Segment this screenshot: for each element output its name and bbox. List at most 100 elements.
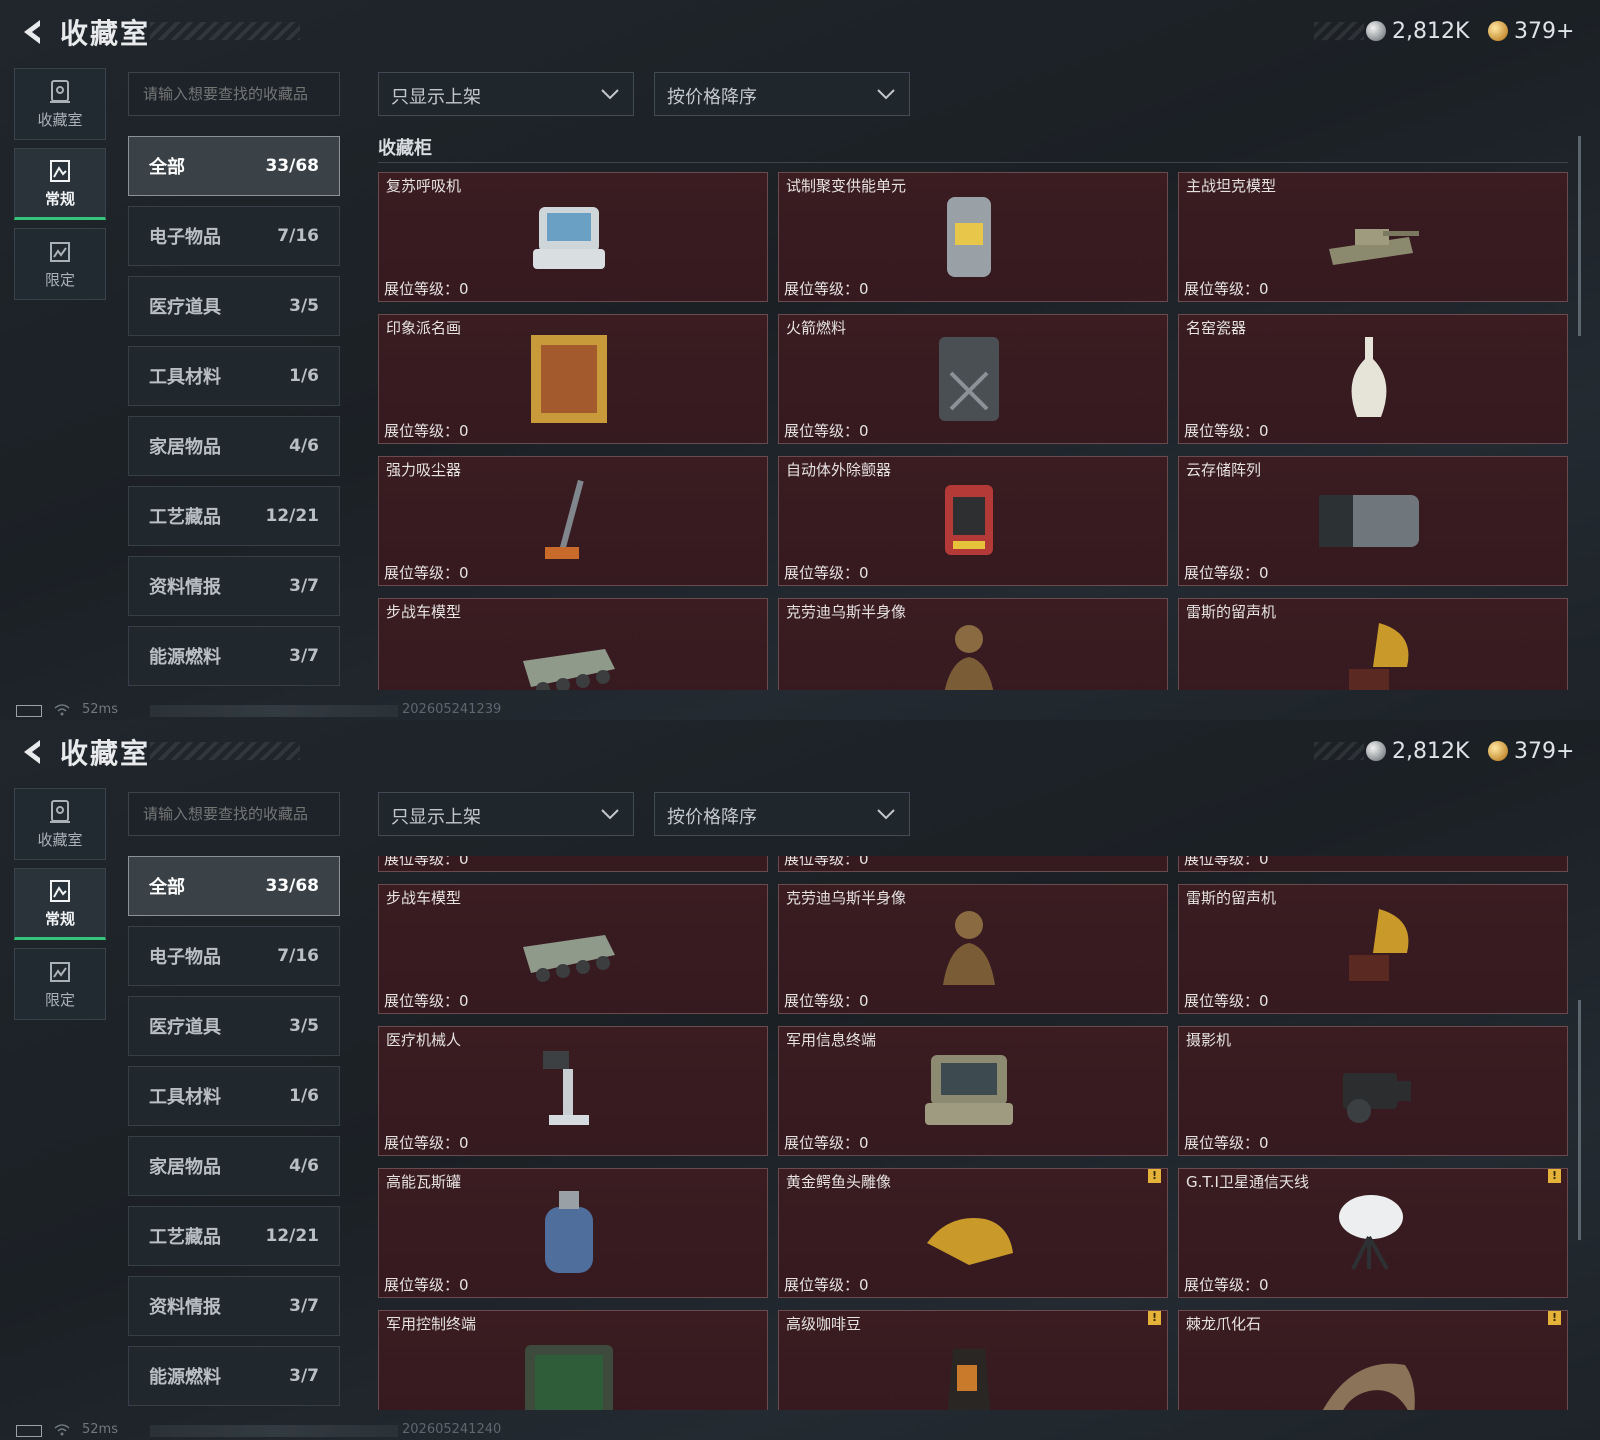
collection-card[interactable]: 克劳迪乌斯半身像展位等级：0 [778,884,1168,1014]
category-item[interactable]: 电子物品 7/16 [128,926,340,986]
item-name: 克劳迪乌斯半身像 [786,889,907,907]
frame-icon [50,879,70,902]
collection-card[interactable]: 黄金鳄鱼头雕像 展位等级：0! [778,1168,1168,1298]
vacuum-icon [509,856,629,857]
back-arrow-icon[interactable] [14,14,50,50]
category-count: 3/7 [289,576,319,596]
porcelain-vase-icon [1351,337,1387,417]
build-stamp: 202605241239 [402,702,502,717]
category-item[interactable]: 电子物品 7/16 [128,206,340,266]
nav-label-vault: 收藏室 [37,110,83,129]
grid-scrollbar[interactable] [1578,1000,1581,1240]
category-item[interactable]: 家居物品 4/6 [128,416,340,476]
gramophone-icon [1349,909,1409,981]
nav-item-regular[interactable]: 常规 [14,148,106,220]
item-name: 高能瓦斯罐 [386,1173,462,1191]
category-item[interactable]: 工具材料 1/6 [128,346,340,406]
gold-currency[interactable]: 379+ [1488,16,1574,46]
search-input[interactable] [128,72,340,116]
collection-card[interactable]: 步战车模型展位等级：0 [378,884,768,1014]
collection-card[interactable]: 火箭燃料 展位等级：0 [778,314,1168,444]
collection-card[interactable]: 主战坦克模型 展位等级：0 [1178,172,1568,302]
booth-level: 展位等级：0 [784,1276,869,1294]
category-count: 33/68 [265,876,319,896]
category-item[interactable]: 工艺藏品 12/21 [128,1206,340,1266]
collection-card[interactable]: 展位等级：0 [1178,856,1568,872]
collection-card[interactable]: 雷斯的留声机展位等级：0 [1178,884,1568,1014]
booth-level: 展位等级：0 [784,992,869,1010]
category-item[interactable]: 能源燃料 3/7 [128,626,340,686]
collection-grid: 复苏呼吸机 展位等级：0 试制聚变供能单元 展位等级：0 主战坦克模型 展位等级：0 印象派… [378,172,1570,690]
listing-filter-dropdown[interactable]: 只显示上架 [378,72,634,116]
collection-card[interactable]: 展位等级：0 [778,856,1168,872]
category-item[interactable]: 能源燃料 3/7 [128,1346,340,1406]
collection-card[interactable]: 复苏呼吸机 展位等级：0 [378,172,768,302]
sort-value: 按价格降序 [667,87,757,108]
collection-card[interactable]: 医疗机械人 展位等级：0 [378,1026,768,1156]
item-name: 步战车模型 [386,889,462,907]
info-terminal-icon [925,1055,1013,1125]
nav-item-vault[interactable]: 收藏室 [14,788,106,860]
collection-card[interactable]: 高级咖啡豆! [778,1310,1168,1410]
item-name: 军用信息终端 [786,1031,877,1049]
category-item[interactable]: 全部 33/68 [128,856,340,916]
search-input[interactable] [128,792,340,836]
gold-currency[interactable]: 379+ [1488,736,1574,766]
collection-card[interactable]: 军用控制终端 [378,1310,768,1410]
collection-card[interactable]: 棘龙爪化石! [1178,1310,1568,1410]
collection-card[interactable]: 军用信息终端 展位等级：0 [778,1026,1168,1156]
ping-readout: 52ms [82,702,118,717]
top-bar: 收藏室 2,812K 379+ [0,720,1600,784]
nav-item-vault[interactable]: 收藏室 [14,68,106,140]
category-item[interactable]: 工艺藏品 12/21 [128,486,340,546]
collection-card[interactable]: 自动体外除颤器 展位等级：0 [778,456,1168,586]
collection-card[interactable]: 强力吸尘器 展位等级：0 [378,456,768,586]
nav-item-limited[interactable]: 限定 [14,228,106,300]
category-name: 工艺藏品 [149,1227,221,1248]
category-item[interactable]: 工具材料 1/6 [128,1066,340,1126]
back-arrow-icon[interactable] [14,734,50,770]
category-item[interactable]: 医疗道具 3/5 [128,276,340,336]
category-item[interactable]: 全部 33/68 [128,136,340,196]
gold-coin-icon [1488,741,1508,761]
collection-card[interactable]: 试制聚变供能单元 展位等级：0 [778,172,1168,302]
category-name: 医疗道具 [149,1017,221,1038]
collection-card[interactable]: 步战车模型展位等级：0 [378,598,768,690]
nav-item-regular[interactable]: 常规 [14,868,106,940]
collection-card[interactable]: 印象派名画 展位等级：0 [378,314,768,444]
item-name: 棘龙爪化石 [1186,1315,1262,1333]
category-item[interactable]: 家居物品 4/6 [128,1136,340,1196]
silver-coin-icon [1366,21,1386,41]
category-item[interactable]: 资料情报 3/7 [128,556,340,616]
collection-card[interactable]: 高能瓦斯罐 展位等级：0 [378,1168,768,1298]
item-name: 步战车模型 [386,603,462,621]
page-title: 收藏室 [60,737,151,770]
sort-dropdown[interactable]: 按价格降序 [654,72,910,116]
category-count: 4/6 [289,1156,319,1176]
collection-card[interactable]: 雷斯的留声机展位等级：0 [1178,598,1568,690]
vault-icon [50,799,70,823]
uid-redaction-bar [150,705,398,717]
collection-card[interactable]: 摄影机 展位等级：0 [1178,1026,1568,1156]
sort-dropdown[interactable]: 按价格降序 [654,792,910,836]
alert-badge-icon: ! [1548,1169,1561,1183]
grid-scrollbar[interactable] [1578,136,1581,336]
collection-card[interactable]: G.T.I卫星通信天线 展位等级：0! [1178,1168,1568,1298]
category-item[interactable]: 医疗道具 3/5 [128,996,340,1056]
nav-label-regular: 常规 [44,909,75,928]
category-name: 资料情报 [149,577,221,598]
ifv-model-icon [523,935,615,982]
category-name: 电子物品 [149,947,221,968]
nav-item-limited[interactable]: 限定 [14,948,106,1020]
category-item[interactable]: 资料情报 3/7 [128,1276,340,1336]
listing-filter-dropdown[interactable]: 只显示上架 [378,792,634,836]
collection-card[interactable]: 克劳迪乌斯半身像展位等级：0 [778,598,1168,690]
camera-icon [1343,1073,1411,1123]
collection-card[interactable]: 云存储阵列 展位等级：0 [1178,456,1568,586]
item-name: 印象派名画 [386,319,462,337]
collection-card[interactable]: 名窑瓷器 展位等级：0 [1178,314,1568,444]
item-name: 摄影机 [1186,1031,1232,1049]
picture-icon [50,241,70,262]
collection-card[interactable]: 展位等级：0 [378,856,768,872]
item-name: 自动体外除颤器 [786,461,892,479]
